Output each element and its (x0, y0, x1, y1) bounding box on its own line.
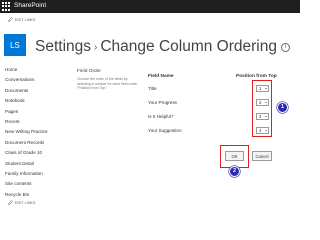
highlight-box-position-selects (252, 80, 272, 137)
info-icon[interactable]: i (280, 42, 290, 52)
field-name-title: Title (148, 86, 157, 91)
title-current-page: Change Column Ordering (100, 38, 277, 55)
nav-item-recycle-bin[interactable]: Recycle Bin (5, 190, 65, 200)
edit-links-top[interactable]: EDIT LINKS (8, 17, 36, 22)
pencil-icon (8, 17, 13, 22)
nav-item-notebook[interactable]: Notebook (5, 96, 65, 106)
page-title: Settings › Change Column Ordering i (35, 38, 290, 56)
nav-item-student-detail[interactable]: Student Detail (5, 159, 65, 169)
nav-item-recent[interactable]: Recent (5, 117, 65, 127)
pencil-icon (8, 200, 13, 205)
nav-item-document-records[interactable]: Document Records (5, 138, 65, 148)
nav-item-home[interactable]: Home (5, 65, 65, 75)
field-name-your-suggestion: Your Suggestion (148, 128, 182, 133)
nav-item-conversations[interactable]: Conversations (5, 75, 65, 85)
field-order-description: Choose the order of the fields by select… (77, 77, 138, 91)
title-settings-link[interactable]: Settings (35, 38, 91, 56)
field-order-heading: Field Order (77, 69, 101, 74)
brand-name[interactable]: SharePoint (14, 2, 46, 9)
field-name-is-it-helpful: Is It Helpful? (148, 114, 174, 119)
site-logo-tile[interactable]: LS (4, 34, 26, 56)
site-initials: LS (10, 40, 20, 50)
highlight-box-ok-button (220, 145, 249, 168)
nav-item-class-of-grade-10[interactable]: Class of Grade 10 (5, 148, 65, 158)
field-name-column-header: Field Name (148, 74, 174, 79)
app-launcher-icon[interactable] (2, 2, 11, 11)
edit-links-bottom[interactable]: EDIT LINKS (8, 200, 36, 205)
field-name-your-progress: Your Progress (148, 100, 177, 105)
suite-bar: SharePoint (0, 0, 300, 13)
edit-links-label: EDIT LINKS (15, 200, 36, 205)
nav-item-pages[interactable]: Pages (5, 107, 65, 117)
breadcrumb-separator: › (94, 41, 98, 53)
nav-item-new-writing-practice[interactable]: New Writing Practice (5, 127, 65, 137)
nav-item-site-contents[interactable]: Site contents (5, 179, 65, 189)
quick-launch-nav: Home Conversations Documents Notebook Pa… (5, 65, 65, 200)
callout-badge-2: 2 (229, 166, 240, 177)
nav-item-documents[interactable]: Documents (5, 86, 65, 96)
position-column-header: Position from Top (236, 74, 277, 79)
callout-badge-1: 1 (277, 102, 288, 113)
edit-links-label: EDIT LINKS (15, 17, 36, 22)
cancel-button[interactable]: Cancel (252, 151, 272, 161)
nav-item-family-information[interactable]: Family Information (5, 169, 65, 179)
